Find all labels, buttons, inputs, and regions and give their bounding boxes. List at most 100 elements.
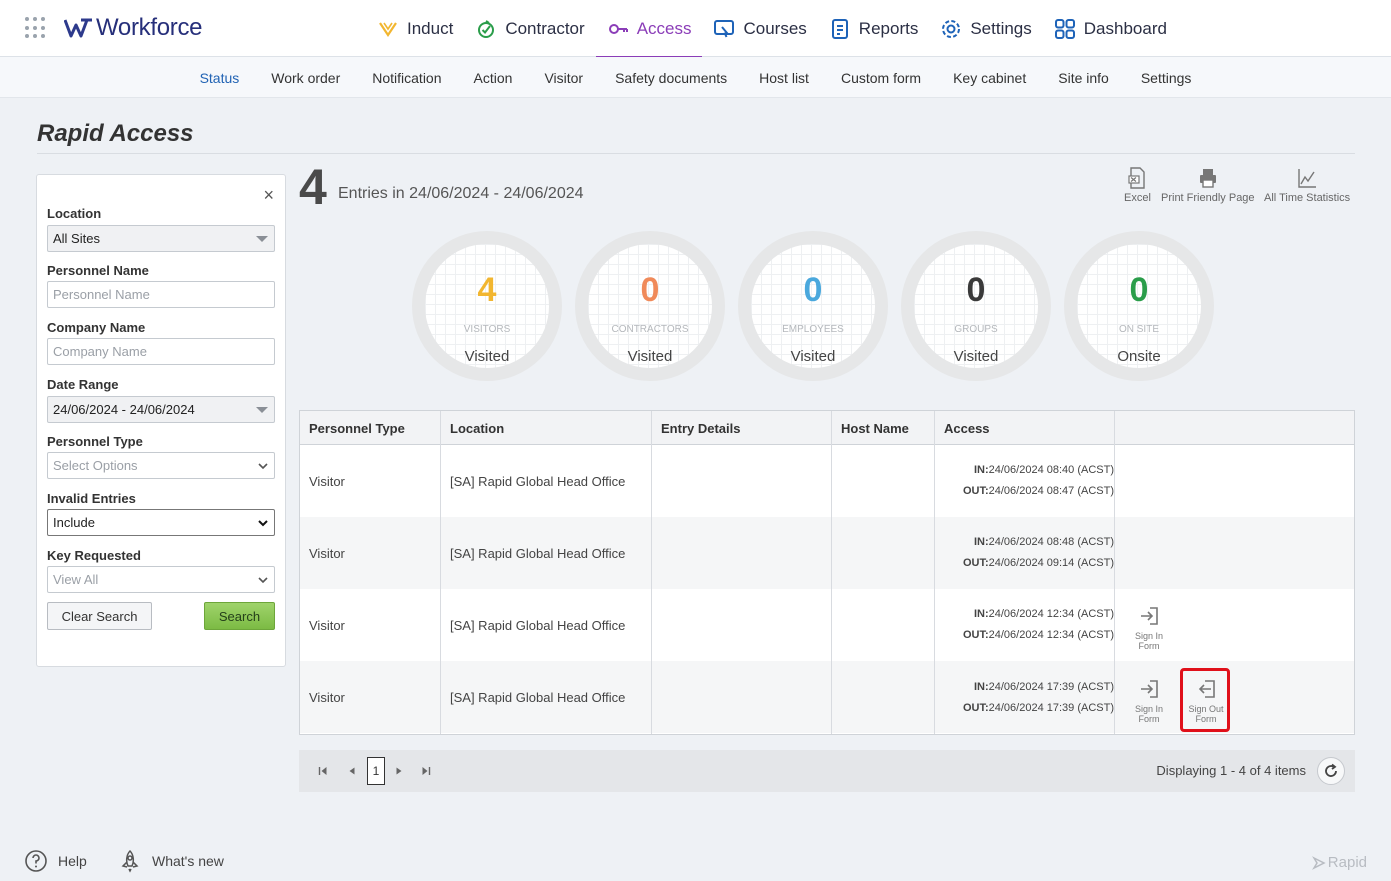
date-range-select[interactable]: 24/06/2024 - 24/06/2024 xyxy=(47,396,275,423)
top-bar: Workforce Induct Contractor Access Cours… xyxy=(0,0,1391,58)
groups-sub: Visited xyxy=(953,348,999,365)
filter-panel: × Location All Sites Personnel Name Pers… xyxy=(36,174,286,667)
app-grid-icon[interactable] xyxy=(25,17,47,39)
clear-search-button[interactable]: Clear Search xyxy=(47,602,152,630)
last-page-icon[interactable] xyxy=(421,766,431,776)
invalid-entries-value: Include xyxy=(53,515,95,530)
refresh-button[interactable] xyxy=(1317,757,1345,785)
out-label: OUT: xyxy=(962,629,989,641)
contractor-icon xyxy=(478,19,495,38)
onsite-count: 0 xyxy=(1129,271,1149,309)
sign-in-form-button[interactable]: Sign In Form xyxy=(1127,678,1171,724)
personnel-type-select[interactable]: Select Options xyxy=(47,452,275,479)
table-row: Visitor [SA] Rapid Global Head Office IN… xyxy=(300,517,1354,589)
help-label: Help xyxy=(58,853,87,869)
subnav-custom-form[interactable]: Custom form xyxy=(825,57,937,98)
nav-courses-label: Courses xyxy=(743,18,807,38)
header-personnel-type[interactable]: Personnel Type xyxy=(300,411,405,445)
chevron-down-icon xyxy=(258,520,268,527)
nav-induct-label: Induct xyxy=(407,18,454,38)
sign-in-form-button[interactable]: Sign In Form xyxy=(1127,605,1171,651)
nav-reports[interactable]: Reports xyxy=(818,0,930,57)
subnav-notification[interactable]: Notification xyxy=(356,57,457,98)
first-page-icon[interactable] xyxy=(318,766,328,776)
groups-count: 0 xyxy=(966,271,986,309)
nav-contractor-label: Contractor xyxy=(505,18,585,38)
help-link[interactable]: Help xyxy=(24,849,87,873)
personnel-type-cell: Visitor xyxy=(309,473,345,489)
location-cell: [SA] Rapid Global Head Office xyxy=(450,473,626,489)
personnel-name-label: Personnel Name xyxy=(47,263,149,278)
table-row: Visitor [SA] Rapid Global Head Office IN… xyxy=(300,445,1354,517)
personnel-type-cell: Visitor xyxy=(309,689,345,705)
visitors-sub: Visited xyxy=(464,348,510,365)
all-time-statistics-button[interactable]: All Time Statistics xyxy=(1264,167,1350,204)
out-time: 24/06/2024 12:34 (ACST) xyxy=(988,629,1114,641)
subnav-settings[interactable]: Settings xyxy=(1125,57,1208,98)
visitors-stat: 4 VISITORS Visited xyxy=(412,231,562,381)
in-time: 24/06/2024 08:48 (ACST) xyxy=(988,536,1114,548)
excel-export-button[interactable]: Excel xyxy=(1124,167,1151,204)
contractors-count: 0 xyxy=(640,271,660,309)
date-range-label: Date Range xyxy=(47,377,119,392)
induct-icon xyxy=(379,21,397,37)
nav-dashboard[interactable]: Dashboard xyxy=(1043,0,1178,57)
out-label: OUT: xyxy=(962,557,989,569)
pagination-bar: 1 Displaying 1 - 4 of 4 items xyxy=(299,750,1355,792)
search-button[interactable]: Search xyxy=(204,602,275,630)
nav-access[interactable]: Access xyxy=(595,0,703,58)
caret-down-icon xyxy=(256,236,268,242)
subnav-site-info[interactable]: Site info xyxy=(1042,57,1125,98)
personnel-name-input[interactable]: Personnel Name xyxy=(47,281,275,308)
table-row: Visitor [SA] Rapid Global Head Office IN… xyxy=(300,589,1354,661)
subnav-action[interactable]: Action xyxy=(458,57,529,98)
header-entry-details[interactable]: Entry Details xyxy=(652,411,740,445)
company-name-input[interactable]: Company Name xyxy=(47,338,275,365)
chevron-down-icon xyxy=(258,577,268,584)
subnav-key-cabinet[interactable]: Key cabinet xyxy=(937,57,1042,98)
whats-new-link[interactable]: What's new xyxy=(118,849,224,873)
access-in: IN:24/06/2024 08:48 (ACST) xyxy=(944,536,1114,548)
personnel-type-cell: Visitor xyxy=(309,617,345,633)
header-host-name[interactable]: Host Name xyxy=(832,411,909,445)
entries-date-label: Entries in 24/06/2024 - 24/06/2024 xyxy=(338,185,584,202)
subnav-host-list[interactable]: Host list xyxy=(743,57,825,98)
groups-caption: GROUPS xyxy=(954,324,998,335)
contractors-caption: CONTRACTORS xyxy=(611,324,689,335)
close-filter-icon[interactable]: × xyxy=(263,185,274,206)
rapid-brand-logo: Rapid xyxy=(1311,854,1367,871)
nav-settings[interactable]: Settings xyxy=(929,0,1042,57)
location-cell: [SA] Rapid Global Head Office xyxy=(450,689,626,705)
subnav-work-order[interactable]: Work order xyxy=(255,57,356,98)
key-requested-select[interactable]: View All xyxy=(47,566,275,593)
print-friendly-button[interactable]: Print Friendly Page xyxy=(1161,167,1255,204)
subnav-visitor[interactable]: Visitor xyxy=(528,57,599,98)
next-page-icon[interactable] xyxy=(394,766,404,776)
settings-gear-icon xyxy=(942,19,961,38)
nav-contractor[interactable]: Contractor xyxy=(464,0,595,57)
previous-page-icon[interactable] xyxy=(347,766,357,776)
column-divider xyxy=(440,411,441,734)
header-access[interactable]: Access xyxy=(935,411,990,445)
whats-new-label: What's new xyxy=(152,853,224,869)
column-divider xyxy=(934,411,935,734)
access-in: IN:24/06/2024 12:34 (ACST) xyxy=(944,608,1114,620)
nav-induct[interactable]: Induct xyxy=(366,0,464,57)
subnav-safety-documents[interactable]: Safety documents xyxy=(599,57,743,98)
location-select[interactable]: All Sites xyxy=(47,225,275,252)
caret-down-icon xyxy=(256,407,268,413)
print-label: Print Friendly Page xyxy=(1161,192,1255,204)
in-time: 24/06/2024 08:40 (ACST) xyxy=(988,464,1114,476)
current-page[interactable]: 1 xyxy=(367,757,385,785)
header-location[interactable]: Location xyxy=(441,411,504,445)
subnav-status[interactable]: Status xyxy=(184,57,256,98)
workforce-logo[interactable]: Workforce xyxy=(64,13,203,43)
access-out: OUT:24/06/2024 08:47 (ACST) xyxy=(944,485,1114,497)
nav-reports-label: Reports xyxy=(858,18,919,38)
sign-in-label-2: Form xyxy=(1138,714,1160,724)
location-label: Location xyxy=(47,206,102,221)
nav-settings-label: Settings xyxy=(970,18,1032,38)
invalid-entries-select[interactable]: Include xyxy=(47,509,275,536)
in-time: 24/06/2024 12:34 (ACST) xyxy=(988,608,1114,620)
nav-courses[interactable]: Courses xyxy=(702,0,817,57)
